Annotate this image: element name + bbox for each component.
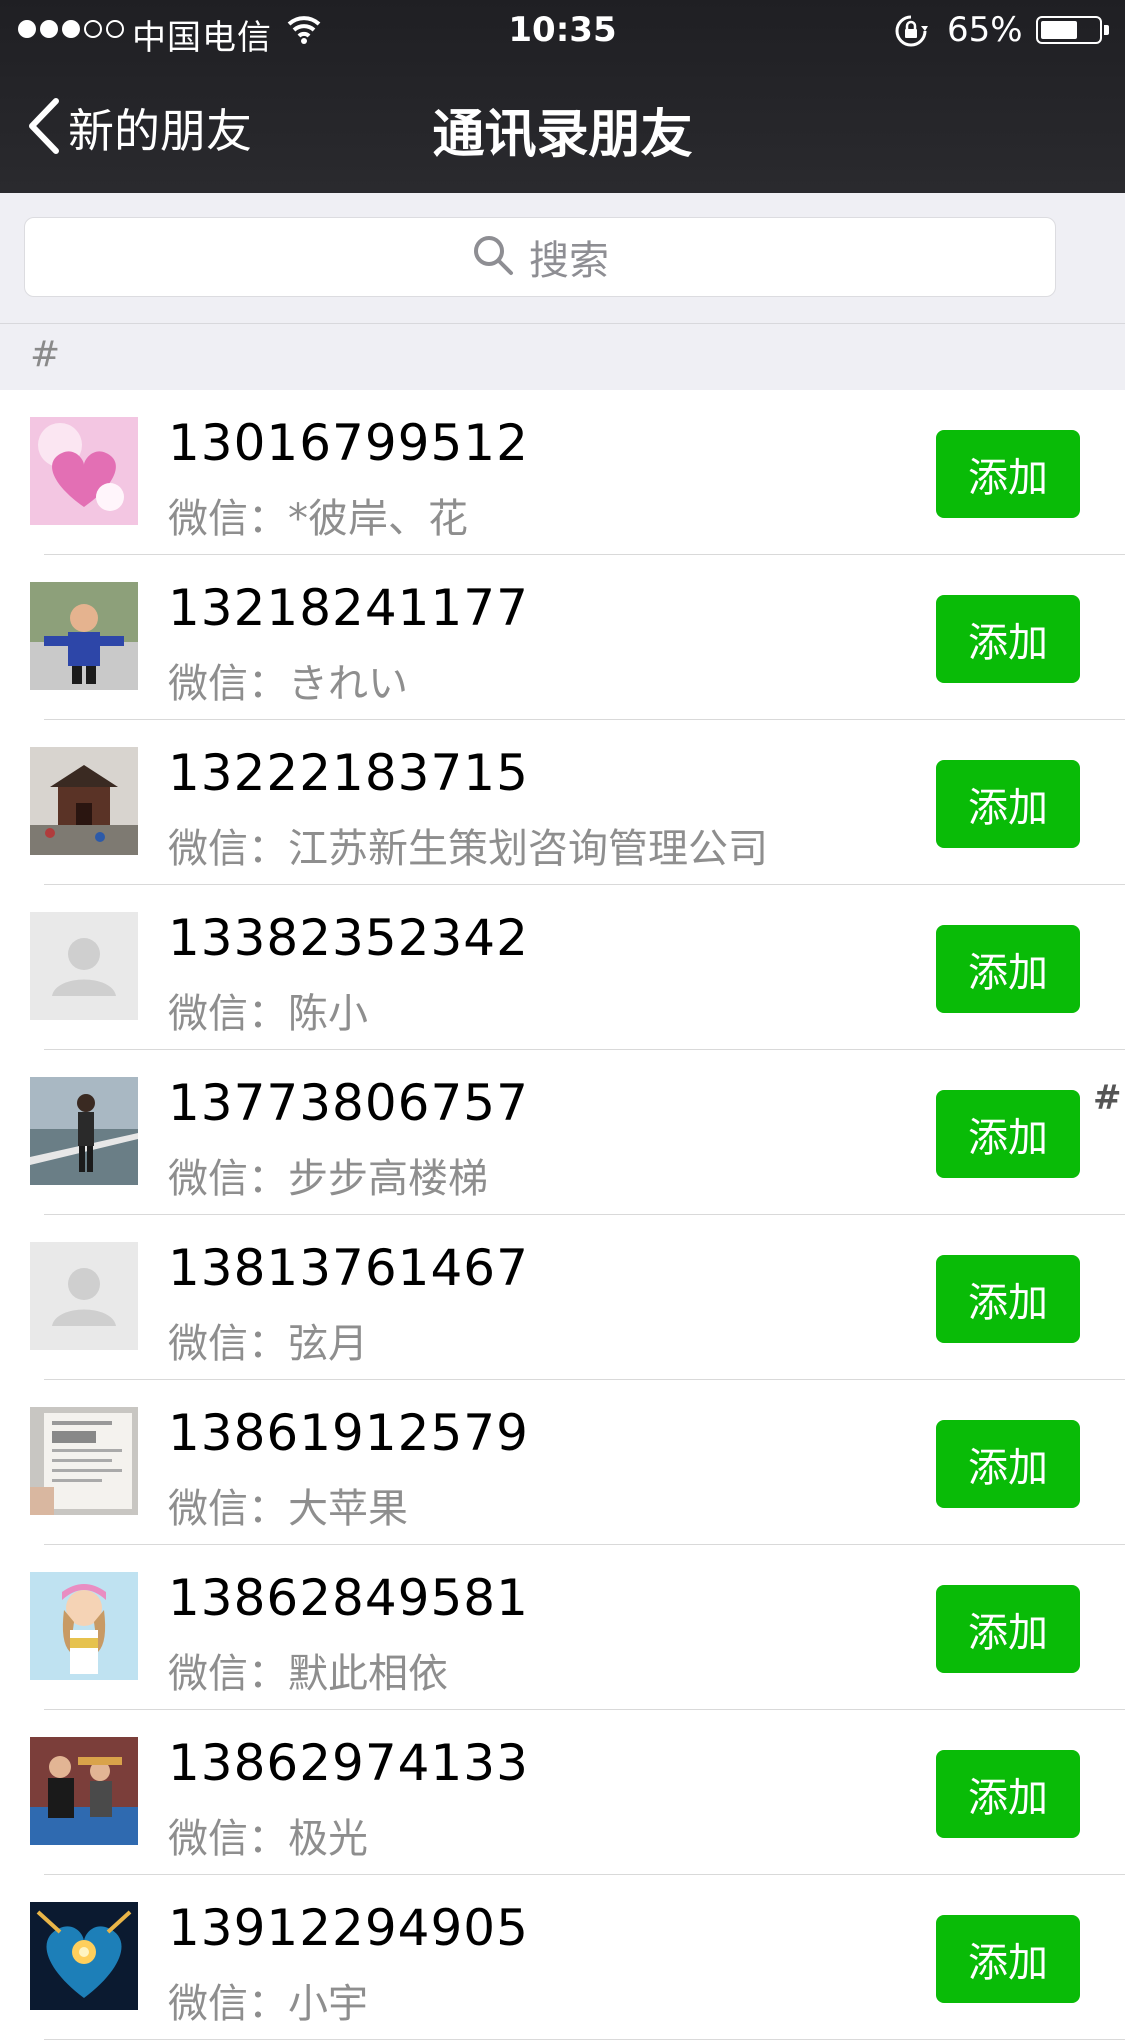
search-placeholder: 搜索: [529, 238, 609, 284]
add-button[interactable]: 添加: [936, 1585, 1080, 1673]
avatar[interactable]: [30, 1737, 138, 1845]
contact-phone: 13016799512: [168, 414, 529, 472]
contact-phone: 13773806757: [168, 1074, 529, 1132]
contact-wechat-name: 微信：大苹果: [168, 1486, 408, 1532]
contact-wechat-name: 微信：步步高楼梯: [168, 1156, 488, 1202]
avatar[interactable]: [30, 1572, 138, 1680]
avatar[interactable]: [30, 417, 138, 525]
add-button[interactable]: 添加: [936, 925, 1080, 1013]
contact-wechat-name: 微信：江苏新生策划咨询管理公司: [168, 826, 768, 872]
contact-row[interactable]: 13862974133 微信：极光 添加: [0, 1710, 1125, 1875]
rotation-lock-icon: [894, 14, 928, 52]
avatar[interactable]: [30, 582, 138, 690]
contact-phone: 13862849581: [168, 1569, 529, 1627]
add-button[interactable]: 添加: [936, 1915, 1080, 2003]
add-button[interactable]: 添加: [936, 595, 1080, 683]
contact-wechat-name: 微信：弦月: [168, 1321, 368, 1367]
contact-phone: 13813761467: [168, 1239, 529, 1297]
contact-phone: 13862974133: [168, 1734, 529, 1792]
contact-phone: 13912294905: [168, 1899, 529, 1957]
add-button[interactable]: 添加: [936, 1750, 1080, 1838]
top-bar: 中国电信 10:35 65% 新的朋友 通讯录朋友: [0, 0, 1125, 193]
search-input[interactable]: 搜索: [24, 217, 1056, 297]
add-button[interactable]: 添加: [936, 1420, 1080, 1508]
add-button[interactable]: 添加: [936, 1255, 1080, 1343]
contact-wechat-name: 微信：默此相依: [168, 1651, 448, 1697]
contact-wechat-name: 微信：极光: [168, 1816, 368, 1862]
avatar[interactable]: [30, 1077, 138, 1185]
index-letter[interactable]: #: [1093, 1078, 1122, 1118]
contact-row[interactable]: 13862849581 微信：默此相依 添加: [0, 1545, 1125, 1710]
add-button[interactable]: 添加: [936, 760, 1080, 848]
contact-row[interactable]: 13382352342 微信：陈小 添加: [0, 885, 1125, 1050]
contact-row[interactable]: 13773806757 微信：步步高楼梯 添加: [0, 1050, 1125, 1215]
section-header-label: #: [30, 334, 61, 375]
contact-row[interactable]: 13222183715 微信：江苏新生策划咨询管理公司 添加: [0, 720, 1125, 885]
status-bar: 中国电信 10:35 65%: [0, 0, 1125, 62]
contact-row[interactable]: 13016799512 微信：*彼岸、花 添加: [0, 390, 1125, 555]
search-bar: 搜索: [0, 193, 1125, 324]
contact-phone: 13222183715: [168, 744, 529, 802]
contact-row[interactable]: 13861912579 微信：大苹果 添加: [0, 1380, 1125, 1545]
contact-list: 13016799512 微信：*彼岸、花 添加 13218241177 微信：きれい 添加…: [0, 390, 1125, 2040]
add-button[interactable]: 添加: [936, 430, 1080, 518]
contact-wechat-name: 微信：*彼岸、花: [168, 496, 468, 542]
avatar[interactable]: [30, 1407, 138, 1515]
avatar[interactable]: [30, 1242, 138, 1350]
navigation-bar: 新的朋友 通讯录朋友: [0, 62, 1125, 193]
contact-row[interactable]: 13218241177 微信：きれい 添加: [0, 555, 1125, 720]
add-button[interactable]: 添加: [936, 1090, 1080, 1178]
avatar[interactable]: [30, 1902, 138, 2010]
page-title: 通讯录朋友: [432, 105, 693, 165]
contact-wechat-name: 微信：陈小: [168, 991, 368, 1037]
contact-phone: 13382352342: [168, 909, 529, 967]
avatar[interactable]: [30, 912, 138, 1020]
contact-row[interactable]: 13813761467 微信：弦月 添加: [0, 1215, 1125, 1380]
contact-wechat-name: 微信：小宇: [168, 1981, 368, 2027]
contact-phone: 13218241177: [168, 579, 529, 637]
contact-phone: 13861912579: [168, 1404, 529, 1462]
battery-icon: [1036, 16, 1102, 44]
battery-percent: 65%: [947, 10, 1023, 50]
section-header: #: [0, 324, 1125, 390]
contact-row[interactable]: 13912294905 微信：小宇 添加: [0, 1875, 1125, 2040]
search-icon: [471, 233, 515, 281]
contact-wechat-name: 微信：きれい: [168, 661, 408, 707]
avatar[interactable]: [30, 747, 138, 855]
